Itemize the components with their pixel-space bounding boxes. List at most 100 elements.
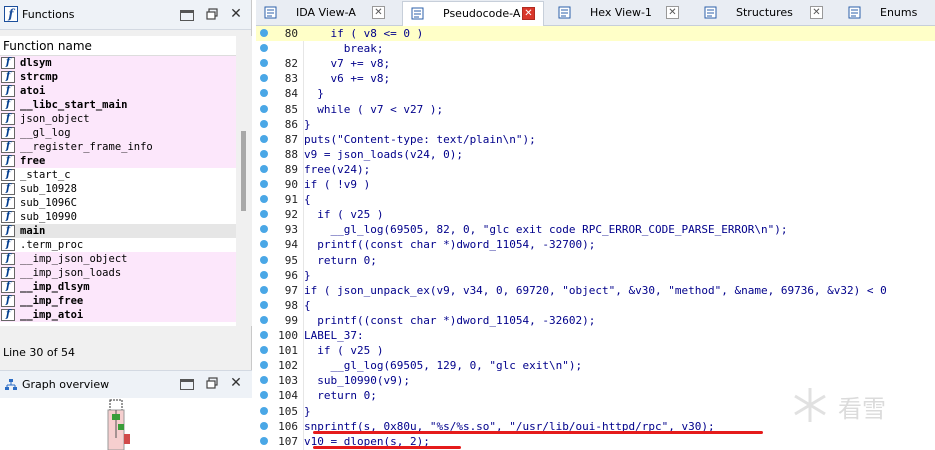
breakpoint-dot-icon[interactable]: [260, 391, 268, 400]
function-list-item[interactable]: f __imp_free: [0, 294, 236, 308]
maximize-icon[interactable]: [180, 379, 194, 390]
code-line[interactable]: break;: [256, 41, 935, 56]
code-line[interactable]: 94 printf((const char *)dword_11054, -32…: [256, 237, 935, 252]
close-icon[interactable]: ✕: [229, 376, 243, 391]
breakpoint-dot-icon[interactable]: [260, 270, 268, 279]
function-list-item[interactable]: f __imp_dlsym: [0, 280, 236, 294]
code-line[interactable]: 87 puts("Content-type: text/plain\n");: [256, 132, 935, 147]
code-line[interactable]: 85 while ( v7 < v27 );: [256, 102, 935, 117]
line-number: 101: [278, 344, 298, 358]
line-number: 85: [284, 102, 298, 116]
breakpoint-dot-icon[interactable]: [260, 406, 268, 415]
code-line[interactable]: 89 free(v24);: [256, 162, 935, 177]
tab-close-icon[interactable]: ✕: [372, 6, 385, 19]
line-number: 100: [278, 329, 298, 342]
breakpoint-dot-icon[interactable]: [260, 149, 268, 158]
function-list-item[interactable]: f __register_frame_info: [0, 140, 236, 154]
code-line[interactable]: 102 __gl_log(69505, 129, 0, "glc exit\n"…: [256, 358, 935, 373]
code-line[interactable]: 84 }: [256, 86, 935, 101]
function-list-item[interactable]: f sub_10990: [0, 210, 236, 224]
tab-enums[interactable]: Enums: [840, 1, 935, 26]
code-text: if ( v8 <= 0 ): [304, 27, 424, 40]
tab-pseudocode-a[interactable]: Pseudocode-A ✕: [402, 1, 544, 26]
tab-ida-view-a[interactable]: IDA View-A ✕: [256, 1, 396, 26]
tab-structures[interactable]: Structures ✕: [696, 1, 834, 26]
code-line[interactable]: 97 if ( json_unpack_ex(v9, v34, 0, 69720,…: [256, 283, 935, 298]
breakpoint-dot-icon[interactable]: [260, 315, 268, 324]
code-line[interactable]: 96}: [256, 268, 935, 283]
function-list-item[interactable]: f __imp_atoi: [0, 308, 236, 322]
function-name-column-header[interactable]: Function name: [0, 36, 236, 56]
function-list-item[interactable]: f free: [0, 154, 236, 168]
graph-overview-canvas[interactable]: [0, 398, 252, 450]
function-list-item[interactable]: f _start_c: [0, 168, 236, 182]
function-list-item[interactable]: f __imp_json_loads: [0, 266, 236, 280]
breakpoint-dot-icon[interactable]: [260, 255, 268, 264]
function-list-item[interactable]: f atoi: [0, 84, 236, 98]
breakpoint-dot-icon[interactable]: [260, 300, 268, 309]
function-list-item[interactable]: f __imp_json_object: [0, 252, 236, 266]
function-name: dlsym: [20, 57, 52, 69]
breakpoint-dot-icon[interactable]: [260, 44, 268, 53]
breakpoint-dot-icon[interactable]: [260, 240, 268, 249]
breakpoint-dot-icon[interactable]: [260, 346, 268, 355]
code-line[interactable]: 90 if ( !v9 ): [256, 177, 935, 192]
code-line[interactable]: 98 {: [256, 298, 935, 313]
function-list-item[interactable]: f __libc_start_main: [0, 98, 236, 112]
breakpoint-dot-icon[interactable]: [260, 361, 268, 370]
code-line[interactable]: 82 v7 += v8;: [256, 56, 935, 71]
breakpoint-dot-icon[interactable]: [260, 436, 268, 445]
maximize-icon[interactable]: [180, 10, 194, 21]
code-line[interactable]: 91 {: [256, 192, 935, 207]
code-line[interactable]: 83 v6 += v8;: [256, 71, 935, 86]
breakpoint-dot-icon[interactable]: [260, 59, 268, 68]
code-text: }: [304, 117, 311, 131]
breakpoint-dot-icon[interactable]: [260, 164, 268, 173]
code-line[interactable]: 80 if ( v8 <= 0 ): [256, 26, 935, 41]
breakpoint-dot-icon[interactable]: [260, 331, 268, 339]
breakpoint-dot-icon[interactable]: [260, 134, 268, 143]
function-icon: f: [1, 57, 15, 69]
function-icon: f: [1, 71, 15, 83]
code-line[interactable]: 101 if ( v25 ): [256, 343, 935, 358]
code-line[interactable]: 95 return 0;: [256, 253, 935, 268]
function-list-item[interactable]: f sub_1096C: [0, 196, 236, 210]
tab-hex-view-1[interactable]: Hex View-1 ✕: [550, 1, 690, 26]
breakpoint-dot-icon[interactable]: [260, 195, 268, 204]
function-list-item[interactable]: f main: [0, 224, 236, 238]
code-line[interactable]: 88 v9 = json_loads(v24, 0);: [256, 147, 935, 162]
tab-close-icon[interactable]: ✕: [666, 6, 679, 19]
code-line[interactable]: 86}: [256, 117, 935, 132]
code-line[interactable]: 100 LABEL_37:: [256, 328, 935, 343]
breakpoint-dot-icon[interactable]: [260, 29, 268, 37]
code-line[interactable]: 93 __gl_log(69505, 82, 0, "glc exit code…: [256, 222, 935, 237]
breakpoint-dot-icon[interactable]: [260, 74, 268, 83]
line-number: 90: [284, 178, 298, 191]
breakpoint-dot-icon[interactable]: [260, 180, 268, 188]
function-icon: f: [1, 99, 15, 111]
function-list-item[interactable]: f strcmp: [0, 70, 236, 84]
code-line[interactable]: 99 printf((const char *)dword_11054, -32…: [256, 313, 935, 328]
tab-close-icon[interactable]: ✕: [810, 6, 823, 19]
function-list-item[interactable]: f json_object: [0, 112, 236, 126]
tab-close-icon[interactable]: ✕: [522, 7, 535, 20]
code-line[interactable]: 92 if ( v25 ): [256, 207, 935, 222]
function-list-item[interactable]: f .term_proc: [0, 238, 236, 252]
function-list-item[interactable]: f dlsym: [0, 56, 236, 70]
line-number: 102: [278, 359, 298, 373]
function-list-item[interactable]: f sub_10928: [0, 182, 236, 196]
breakpoint-dot-icon[interactable]: [260, 210, 268, 219]
breakpoint-dot-icon[interactable]: [260, 119, 268, 128]
function-list-item[interactable]: f __gl_log: [0, 126, 236, 140]
restore-icon[interactable]: [205, 8, 219, 22]
breakpoint-dot-icon[interactable]: [260, 376, 268, 385]
breakpoint-dot-icon[interactable]: [260, 225, 268, 234]
close-icon[interactable]: ✕: [229, 7, 243, 22]
breakpoint-dot-icon[interactable]: [260, 421, 268, 430]
breakpoint-dot-icon[interactable]: [260, 285, 268, 294]
restore-icon[interactable]: [205, 377, 219, 391]
scrollbar-thumb[interactable]: [241, 131, 246, 211]
function-list-scrollbar[interactable]: [236, 36, 252, 326]
breakpoint-dot-icon[interactable]: [260, 89, 268, 98]
breakpoint-dot-icon[interactable]: [260, 104, 268, 113]
